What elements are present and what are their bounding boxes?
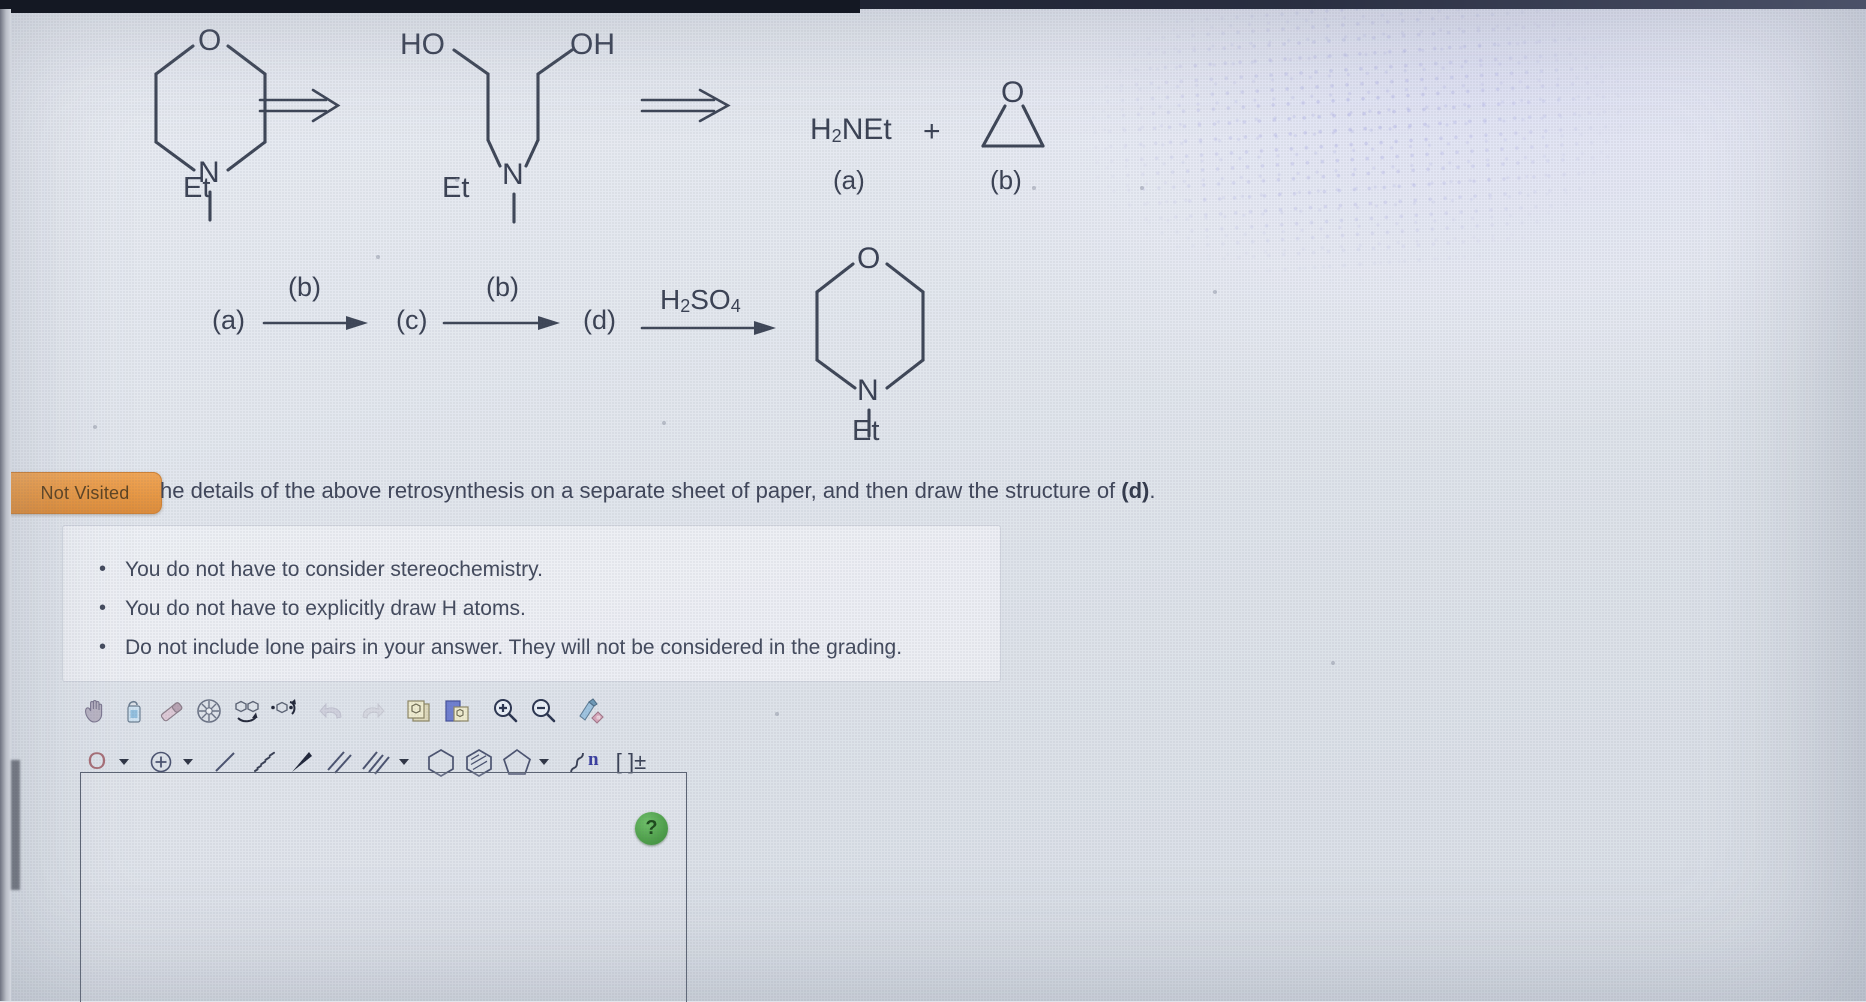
atom-label-oxygen-epoxide: O — [1001, 76, 1024, 109]
instruction-prefix: he details of the above retrosynthesis o… — [160, 478, 1122, 503]
eraser-icon[interactable] — [152, 692, 190, 730]
reagent-ethylamine-formula: H2NEt — [810, 113, 892, 146]
scheme-arrow-2 — [442, 315, 564, 337]
compound-label-a-top: (a) — [833, 165, 865, 195]
zoom-in-icon[interactable] — [486, 692, 524, 730]
rotate-icon[interactable] — [266, 692, 304, 730]
structure-n-ethylmorpholine-product: O N — [805, 240, 935, 438]
atom-label-oh: OH — [570, 28, 615, 61]
hand-pan-icon[interactable] — [76, 692, 114, 730]
photographed-screen-surface: O N Et HO OH N Et H2NEt (a) + O (b) (a) … — [0, 0, 1866, 1002]
instructions-panel: You do not have to consider stereochemis… — [62, 525, 1001, 682]
lasso-select-icon[interactable] — [114, 692, 152, 730]
list-item: You do not have to explicitly draw H ato… — [99, 589, 1000, 628]
substituent-label-et-diol: Et — [442, 172, 470, 204]
scheme-intermediate-label-c: (c) — [396, 305, 428, 335]
format-brush-icon[interactable] — [572, 692, 610, 730]
monitor-bezel-left-shadow — [11, 760, 20, 890]
monitor-bezel-top-dark — [0, 0, 860, 13]
compound-label-b-top: (b) — [990, 165, 1022, 195]
photo-speck — [93, 425, 97, 429]
plus-sign: + — [923, 115, 941, 148]
scheme-reagent-1-label-b: (b) — [288, 272, 321, 302]
photo-speck — [1213, 290, 1217, 294]
photo-speck — [1140, 186, 1144, 190]
structure-ethylene-oxide-epoxide: O — [975, 76, 1051, 154]
scheme-reagent-3-sulfuric-acid: H2SO4 — [660, 284, 741, 316]
clean-structure-icon[interactable] — [190, 692, 228, 730]
screen-moire-pattern — [1069, 0, 1711, 356]
atom-label-oxygen: O — [198, 24, 221, 57]
editor-toolbar-primary — [76, 688, 610, 734]
redo-icon[interactable] — [352, 692, 390, 730]
copy-icon[interactable] — [400, 692, 438, 730]
scheme-product-label-d: (d) — [583, 305, 616, 335]
scheme-start-label-a: (a) — [212, 305, 245, 335]
instruction-bullet-list: You do not have to consider stereochemis… — [63, 526, 1000, 667]
scheme-reagent-2-label-b: (b) — [486, 272, 519, 302]
undo-icon[interactable] — [314, 692, 352, 730]
list-item: Do not include lone pairs in your answer… — [99, 628, 1000, 667]
polymer-subscript-n: n — [588, 749, 599, 770]
retrosynthesis-arrow-1 — [258, 86, 348, 126]
zoom-out-icon[interactable] — [524, 692, 562, 730]
paste-icon[interactable] — [438, 692, 476, 730]
instruction-text: he details of the above retrosynthesis o… — [160, 478, 1220, 504]
flip-horizontal-icon[interactable] — [228, 692, 266, 730]
monitor-bezel-left — [0, 9, 11, 1001]
atom-label-ho: HO — [400, 28, 445, 61]
status-badge-not-visited[interactable]: Not Visited — [8, 472, 162, 514]
atom-label-nitrogen-product: N — [857, 374, 879, 407]
structure-drawing-canvas[interactable] — [80, 772, 687, 1002]
list-item: You do not have to consider stereochemis… — [99, 550, 1000, 589]
photo-speck — [1331, 661, 1335, 665]
instruction-bold-target: (d) — [1121, 478, 1150, 503]
photo-speck — [888, 655, 892, 659]
structure-n-ethyl-diethanolamine: HO OH N — [398, 22, 628, 224]
photo-speck — [1032, 186, 1036, 190]
photo-speck — [376, 255, 380, 259]
instruction-suffix: . — [1149, 478, 1156, 503]
atom-label-nitrogen-diol: N — [502, 158, 524, 191]
photo-speck — [455, 178, 459, 182]
substituent-label-et-target: Et — [183, 172, 211, 204]
substituent-label-et-product: Et — [852, 415, 880, 447]
photo-speck — [775, 712, 779, 716]
help-button[interactable]: ? — [635, 812, 668, 845]
photo-speck — [662, 421, 666, 425]
retrosynthesis-arrow-2 — [640, 86, 740, 126]
scheme-arrow-1 — [262, 315, 372, 337]
scheme-arrow-3 — [640, 320, 780, 342]
atom-label-oxygen-product: O — [857, 242, 880, 275]
